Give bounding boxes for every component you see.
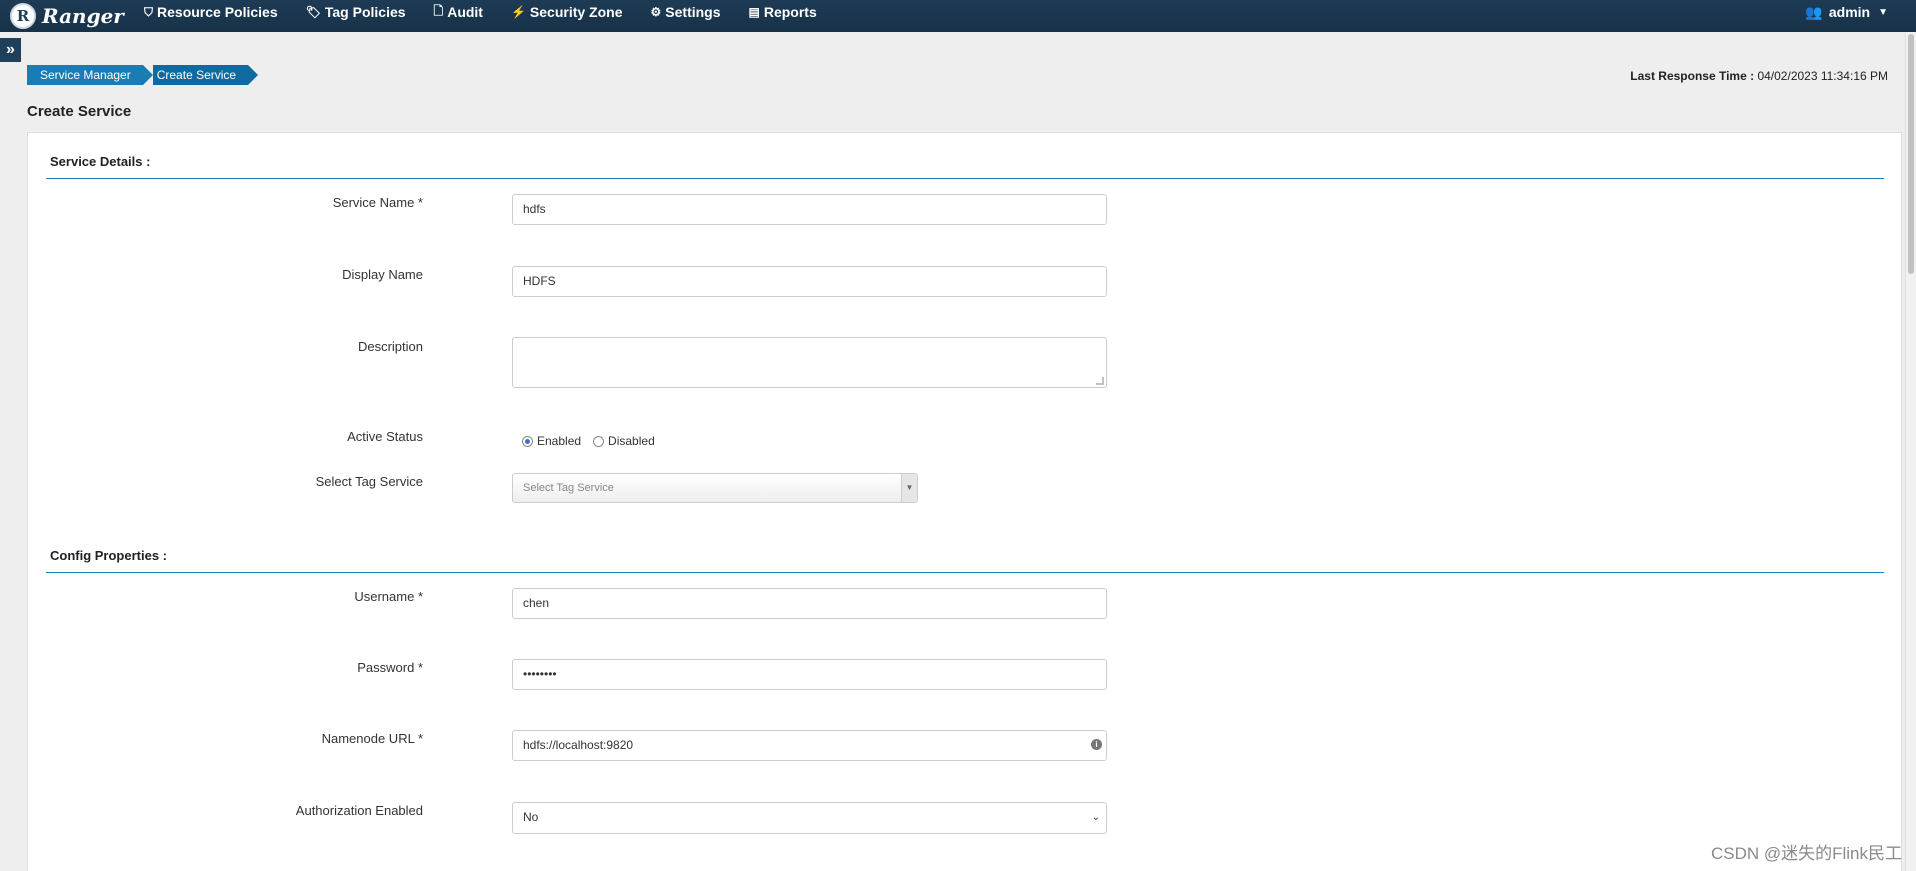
chevron-down-icon: ⌄ [1091,812,1100,823]
nav-label: Audit [447,4,483,20]
namenode-url-input[interactable]: hdfs://localhost:9820 i [512,730,1107,761]
authorization-enabled-value: No [523,810,539,824]
namenode-url-value: hdfs://localhost:9820 [523,738,634,752]
service-name-label: Service Name * [332,195,423,210]
nav-reports[interactable]: ▤ Reports [749,4,817,20]
active-status-label: Active Status [347,429,423,444]
nav-label: Security Zone [529,4,623,20]
nav-label: Reports [763,4,817,20]
enabled-radio[interactable] [522,435,533,447]
user-menu[interactable]: 👥 admin ▼ [1805,0,1888,24]
caret-down-icon: ▼ [1878,6,1888,18]
tag-service-select[interactable]: Select Tag Service ▼ [512,473,918,503]
watermark: CSDN @迷失的Flink民工 [1710,844,1902,863]
description-label: Description [357,339,423,354]
nav-audit[interactable]: 🗋 Audit [434,2,483,23]
disabled-radio-label[interactable]: Disabled [608,434,655,448]
nav-settings[interactable]: ⚙ Settings [651,4,721,20]
double-chevron-right-icon: » [6,41,15,58]
disabled-radio[interactable] [593,435,605,447]
sidebar-toggle-button[interactable]: » [0,38,21,62]
active-status-group: Enabled Disabled [522,434,667,448]
shield-icon: ⛉ [144,4,154,19]
nav-security-zone[interactable]: ⚡ Security Zone [511,4,623,20]
authorization-enabled-label: Authorization Enabled [295,803,423,818]
nav-label: Tag Policies [324,4,406,20]
page-title: Create Service [27,103,132,120]
scrollbar-thumb[interactable] [1908,34,1914,274]
brand-name: Ranger [42,4,124,28]
display-name-label: Display Name [342,267,423,282]
tag-service-label: Select Tag Service [315,474,423,489]
authorization-enabled-select[interactable]: No ⌄ [512,802,1107,834]
breadcrumb-service-manager[interactable]: Service Manager [27,65,153,85]
users-icon: 👥 [1805,3,1823,20]
tags-icon: 🏷 [305,5,321,19]
resize-grip-icon[interactable] [1096,377,1104,385]
zone-icon: ⚡ [510,5,526,19]
username-input[interactable]: chen [512,588,1107,619]
select-arrow-icon[interactable]: ▼ [901,474,917,502]
create-service-form: Service Details : Service Name * hdfs Di… [27,132,1902,871]
display-name-input[interactable]: HDFS [512,266,1107,297]
last-response-label: Last Response Time : [1630,69,1755,83]
enabled-radio-label[interactable]: Enabled [537,434,581,448]
config-properties-title: Config Properties : [50,548,168,563]
namenode-url-label: Namenode URL * [321,731,423,746]
section-divider [46,572,1884,573]
section-divider [46,178,1884,179]
password-input[interactable]: •••••••• [512,659,1107,690]
user-name: admin [1828,4,1871,20]
file-icon: 🗋 [433,3,444,18]
gear-icon: ⚙ [650,5,662,19]
tag-service-placeholder: Select Tag Service [523,482,614,494]
breadcrumb-create-service: Create Service [152,65,259,85]
last-response-time: Last Response Time : 04/02/2023 11:34:16… [1630,69,1888,83]
top-navbar: R Ranger ⛉ Resource Policies 🏷 Tag Polic… [0,0,1916,32]
nav-tag-policies[interactable]: 🏷 Tag Policies [306,4,406,20]
service-name-input[interactable]: hdfs [512,194,1107,225]
last-response-value: 04/02/2023 11:34:16 PM [1757,69,1888,83]
main-nav: ⛉ Resource Policies 🏷 Tag Policies 🗋 Aud… [144,0,845,24]
ranger-logo-icon: R [10,3,36,29]
nav-label: Settings [665,4,721,20]
nav-resource-policies[interactable]: ⛉ Resource Policies [144,4,278,20]
breadcrumb: Service Manager Create Service [27,65,262,85]
info-icon[interactable]: i [1091,739,1102,750]
username-label: Username * [354,589,423,604]
brand[interactable]: R Ranger [10,0,124,32]
nav-label: Resource Policies [157,4,278,20]
description-textarea[interactable] [512,337,1107,388]
service-details-title: Service Details : [50,154,151,169]
report-icon: ▤ [748,5,760,19]
password-label: Password * [357,660,423,675]
page-scrollbar[interactable] [1905,32,1916,871]
